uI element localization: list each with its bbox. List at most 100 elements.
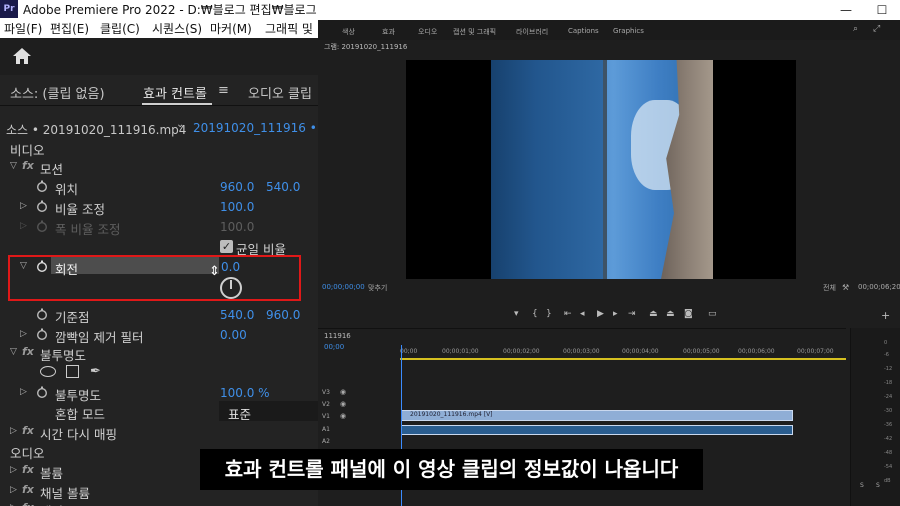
menu-clip[interactable]: 클립(C) [100,20,140,37]
tab-source[interactable]: 소스: (클립 없음) [10,83,105,102]
meter-tick: -18 [884,380,893,386]
position-x-value[interactable]: 960.0 [220,180,254,194]
anchor-x-value[interactable]: 540.0 [220,308,254,322]
timeline-ruler[interactable]: 00;00 00;00;01;00 00;00;02;00 00;00;03;0… [400,345,846,357]
track-label[interactable]: V3 [322,389,330,396]
pen-mask-icon[interactable]: ✒ [90,364,101,379]
fx-icon[interactable]: fx [22,345,34,358]
position-y-value[interactable]: 540.0 [266,180,300,194]
camera-icon[interactable]: ◙ [684,309,693,319]
go-to-in-icon[interactable]: ⇤ [564,309,572,319]
expand-icon[interactable]: ⤢ [873,24,880,34]
step-back-icon[interactable]: ◂ [580,309,585,319]
rectangle-mask-icon[interactable] [66,365,79,378]
work-area-bar[interactable] [400,358,846,360]
uniform-scale-checkbox[interactable]: ✓ [220,240,233,253]
sequence-clip-name[interactable]: 20191020_111916 • 20 [193,121,318,135]
minimize-icon[interactable]: — [828,0,864,20]
menu-graphics[interactable]: 그래픽 및 [265,20,313,37]
play-icon[interactable]: ▶ [597,309,604,319]
workspace-tab-libraries[interactable]: 라이브러리 [516,27,548,37]
track-label[interactable]: A2 [322,438,330,445]
blend-value[interactable]: 표준 [228,404,251,423]
workspace-tab-captions-graphics[interactable]: 캡션 및 그래픽 [453,27,496,37]
fx-icon[interactable]: fx [22,463,34,476]
audio-clip[interactable] [401,425,793,435]
menu-marker[interactable]: 마커(M) [210,20,252,37]
timeline-timecode[interactable]: 00;00 [324,343,344,351]
workspace-tab-effects[interactable]: 효과 [382,27,395,37]
opacity-header-row[interactable]: ▽ fx 불투명도 [0,343,318,363]
lift-icon[interactable]: ⏏ [649,309,658,319]
eye-icon[interactable]: ◉ [340,400,346,408]
comparison-icon[interactable]: ▭ [708,309,717,319]
fx-icon[interactable]: fx [22,501,34,506]
fx-icon[interactable]: fx [22,483,34,496]
solo-right-button[interactable]: S [876,482,880,489]
solo-left-button[interactable]: S [860,482,864,489]
expand-icon[interactable]: ▷ [10,465,17,475]
extract-icon[interactable]: ⏏ [666,309,675,319]
source-clip-name[interactable]: 소스 • 20191020_111916.mp4 [6,121,186,138]
panel-menu-icon[interactable]: ≡ [218,83,229,98]
workspace-tab-graphics[interactable]: Graphics [613,27,644,35]
expand-icon[interactable]: ▷ [20,387,27,397]
expand-icon[interactable]: ▷ [10,485,17,495]
expand-icon[interactable]: ▷ [20,329,27,339]
marker-icon[interactable]: ▾ [514,309,519,319]
anchor-y-value[interactable]: 960.0 [266,308,300,322]
antiflicker-value[interactable]: 0.00 [220,328,247,342]
out-point-icon[interactable]: } [546,309,552,319]
chevron-down-icon[interactable]: ⌄ [176,119,184,130]
monitor-info-bar: 00;00;00;00 맞추기 전체 ⚒ 00;00;06;20 [318,280,900,294]
video-clip[interactable]: 20191020_111916.mp4 [V] [401,410,793,421]
expand-icon[interactable]: ▷ [10,426,17,436]
workspace-tab-captions[interactable]: Captions [568,27,599,35]
in-point-icon[interactable]: { [532,309,538,319]
collapse-icon[interactable]: ▽ [10,161,17,171]
scale-width-value: 100.0 [220,220,255,234]
track-label[interactable]: V2 [322,401,330,408]
wrench-icon[interactable]: ⚒ [842,283,849,292]
add-button-icon[interactable]: + [881,309,890,322]
track-label[interactable]: A1 [322,426,330,433]
stopwatch-icon[interactable] [36,180,48,192]
stopwatch-icon[interactable] [36,328,48,340]
clip-label: 20191020_111916.mp4 [V] [410,411,493,418]
tab-effect-controls[interactable]: 효과 컨트롤 [143,83,207,102]
stopwatch-icon[interactable] [36,308,48,320]
search-icon[interactable]: ⌕ [853,24,858,34]
track-headers: V3 V2 V1 A1 A2 ◉ ◉ ◉ [318,385,398,445]
menu-edit[interactable]: 편집(E) [50,20,89,37]
collapse-icon[interactable]: ▽ [10,347,17,357]
quality-dropdown[interactable]: 전체 [823,283,836,293]
time-remap-row[interactable]: ▷ fx 시간 다시 매핑 [0,422,318,442]
stopwatch-icon[interactable] [36,386,48,398]
scale-value[interactable]: 100.0 [220,200,254,214]
go-to-out-icon[interactable]: ⇥ [628,309,636,319]
tab-audio-clip[interactable]: 오디오 클립 [248,83,312,102]
expand-icon: ▷ [20,221,27,231]
eye-icon[interactable]: ◉ [340,412,346,420]
panner-row[interactable]: ▷ fx 패너 [0,499,318,506]
menu-file[interactable]: 파일(F) [4,20,42,37]
workspace-tab-audio[interactable]: 오디오 [418,27,437,37]
fx-icon[interactable]: fx [22,159,34,172]
menu-sequence[interactable]: 시퀀스(S) [152,20,202,37]
fit-dropdown[interactable]: 맞추기 [368,283,387,293]
ellipse-mask-icon[interactable] [40,366,56,377]
eye-icon[interactable]: ◉ [340,388,346,396]
opacity-value[interactable]: 100.0 % [220,386,270,400]
timeline-name[interactable]: 111916 [324,332,351,340]
step-forward-icon[interactable]: ▸ [613,309,618,319]
active-tab-underline [142,103,212,105]
maximize-icon[interactable]: ☐ [864,0,900,20]
expand-icon[interactable]: ▷ [20,201,27,211]
track-label[interactable]: V1 [322,413,330,420]
stopwatch-icon[interactable] [36,200,48,212]
fx-icon[interactable]: fx [22,424,34,437]
home-icon[interactable] [12,47,32,65]
workspace-tab-color[interactable]: 색상 [342,27,355,37]
program-timecode[interactable]: 00;00;00;00 [322,283,365,291]
motion-row[interactable]: ▽ fx 모션 [0,157,318,177]
